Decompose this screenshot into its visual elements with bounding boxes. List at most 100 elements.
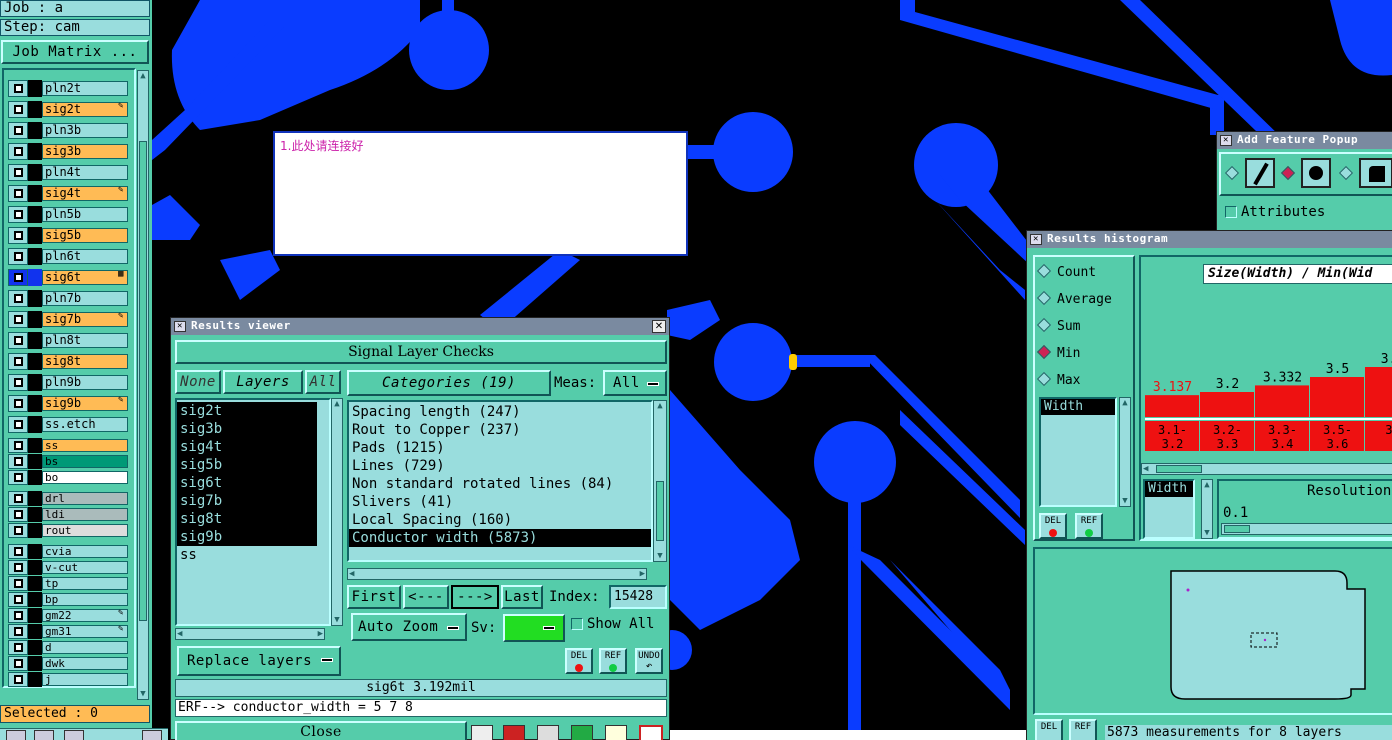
layer-checkbox[interactable] <box>8 206 28 223</box>
close-window-button[interactable]: ✕ <box>652 320 666 333</box>
layer-checkbox[interactable] <box>8 185 28 202</box>
layer-list-scrollbar[interactable]: ▲ ▼ <box>137 70 149 700</box>
layer-row-ss.etch[interactable]: ss.etch <box>8 416 128 433</box>
histogram-chart[interactable]: 3.1373.1-3.23.23.2-3.33.3323.3-3.43.53.5… <box>1141 347 1392 457</box>
layer-checkbox[interactable] <box>8 248 28 265</box>
undo-button[interactable]: UNDO ↶ <box>635 648 663 674</box>
layer-list-item[interactable]: sig8t <box>177 510 317 528</box>
histogram-bar[interactable] <box>1255 385 1309 417</box>
layers-button[interactable]: Layers <box>223 370 303 394</box>
histogram-hscrollbar[interactable]: ◀ <box>1141 463 1392 475</box>
measure-scrollbar[interactable]: ▲ ▼ <box>1119 397 1131 507</box>
layer-row-sig8t[interactable]: sig8t <box>8 353 128 370</box>
categories-hscrollbar[interactable]: ◀ ▶ <box>347 568 647 580</box>
scroll-left-icon[interactable]: ◀ <box>1143 464 1148 474</box>
layer-checkbox[interactable] <box>8 353 28 370</box>
layer-list-item[interactable]: sig2t <box>177 402 317 420</box>
layer-checkbox[interactable] <box>8 672 28 687</box>
layer-checkbox[interactable] <box>8 311 28 328</box>
layer-row-drl[interactable]: drl <box>8 491 128 506</box>
layer-list-item[interactable]: sig3b <box>177 420 317 438</box>
category-item[interactable]: Conductor width (5873) <box>349 529 651 547</box>
field-list[interactable]: Width <box>1143 479 1195 539</box>
slider-thumb[interactable] <box>1224 525 1250 533</box>
category-item[interactable]: Non standard rotated lines (84) <box>349 475 651 493</box>
layer-row-d[interactable]: d <box>8 640 128 655</box>
first-button[interactable]: First <box>347 585 401 609</box>
tool-icon[interactable] <box>64 730 84 740</box>
show-all-checkbox[interactable] <box>571 618 583 630</box>
scroll-down-icon[interactable]: ▼ <box>1120 496 1130 506</box>
layer-list-item[interactable]: sig7b <box>177 492 317 510</box>
tool-icon[interactable] <box>503 725 525 740</box>
replace-layers-button[interactable]: Replace layers <box>177 646 341 676</box>
diamond-icon[interactable] <box>1338 165 1354 181</box>
scroll-thumb[interactable] <box>656 481 664 541</box>
layer-checkbox[interactable] <box>8 470 28 485</box>
mode-radio-min[interactable]: Min <box>1036 344 1080 361</box>
sv-select[interactable] <box>503 614 565 642</box>
last-button[interactable]: Last <box>501 585 543 609</box>
scroll-up-icon[interactable]: ▲ <box>1120 398 1130 408</box>
scroll-down-icon[interactable]: ▼ <box>654 551 666 561</box>
layer-row-tp[interactable]: tp <box>8 576 128 591</box>
field-item[interactable]: Width <box>1145 481 1193 497</box>
histogram-bar[interactable] <box>1365 367 1392 417</box>
layers-list[interactable]: sig2t sig3b sig4t sig5b sig6t sig7b sig8t sig9b… <box>175 398 331 626</box>
layer-checkbox[interactable] <box>8 290 28 307</box>
layer-checkbox[interactable] <box>8 80 28 97</box>
layer-row-bo[interactable]: bo <box>8 470 128 485</box>
layer-row-rout[interactable]: rout <box>8 523 128 538</box>
all-layers-button[interactable]: All <box>305 370 341 394</box>
results-viewer-titlebar[interactable]: ✕ Results viewer <box>171 318 669 335</box>
layer-row-pln2t[interactable]: pln2t <box>8 80 128 97</box>
del-button[interactable]: DEL <box>565 648 593 674</box>
layer-row-pln5b[interactable]: pln5b <box>8 206 128 223</box>
layer-checkbox[interactable] <box>8 143 28 160</box>
measure-list[interactable]: Width <box>1039 397 1117 507</box>
layer-checkbox[interactable] <box>8 269 28 286</box>
layer-row-sig2t[interactable]: sig2t ✎ <box>8 101 128 118</box>
window-menu-icon[interactable]: ✕ <box>1030 234 1042 245</box>
tool-icon[interactable] <box>142 730 162 740</box>
scroll-thumb[interactable] <box>1156 465 1202 473</box>
index-input[interactable]: 15428 <box>609 585 667 609</box>
layer-row-j[interactable]: j <box>8 672 128 687</box>
measure-item[interactable]: Width <box>1041 399 1115 415</box>
histogram-bar[interactable] <box>1145 395 1199 417</box>
line-tool-icon[interactable] <box>1245 158 1275 188</box>
category-item[interactable]: Slivers (41) <box>349 493 651 511</box>
layer-list-item[interactable]: sig6t <box>177 474 317 492</box>
layer-row-pln3b[interactable]: pln3b <box>8 122 128 139</box>
layer-checkbox[interactable] <box>8 164 28 181</box>
layer-list-item[interactable]: sig5b <box>177 456 317 474</box>
histogram-icon[interactable] <box>639 725 663 740</box>
layer-row-dwk[interactable]: dwk <box>8 656 128 671</box>
layer-row-pln4t[interactable]: pln4t <box>8 164 128 181</box>
layers-hscrollbar[interactable]: ◀ ▶ <box>175 628 325 640</box>
category-item[interactable]: Rout to Copper (237) <box>349 421 651 439</box>
layer-checkbox[interactable] <box>8 656 28 671</box>
layer-row-bs[interactable]: bs <box>8 454 128 469</box>
layer-checkbox[interactable] <box>8 101 28 118</box>
add-feature-titlebar[interactable]: ✕ Add Feature Popup <box>1217 132 1392 149</box>
layer-row-bp[interactable]: bp <box>8 592 128 607</box>
meas-select[interactable]: All <box>603 370 667 396</box>
window-menu-icon[interactable]: ✕ <box>174 321 186 332</box>
scroll-up-icon[interactable]: ▲ <box>138 71 148 81</box>
diamond-selected-icon[interactable] <box>1280 165 1296 181</box>
auto-zoom-select[interactable]: Auto Zoom <box>351 613 467 641</box>
categories-list[interactable]: Spacing length (247) Rout to Copper (237)… <box>347 400 653 562</box>
layer-row-sig7b[interactable]: sig7b ✎ <box>8 311 128 328</box>
hist-ref-button[interactable]: REF <box>1075 513 1103 539</box>
layer-checkbox[interactable] <box>8 438 28 453</box>
layer-row-sig9b[interactable]: sig9b ✎ <box>8 395 128 412</box>
layer-list-item[interactable]: sig9b <box>177 528 317 546</box>
categories-scrollbar[interactable]: ▲ ▼ <box>653 400 667 562</box>
scroll-up-icon[interactable]: ▲ <box>332 399 342 409</box>
layer-row-pln7b[interactable]: pln7b <box>8 290 128 307</box>
categories-button[interactable]: Categories (19) <box>347 370 551 396</box>
layer-checkbox[interactable] <box>8 523 28 538</box>
layer-checkbox[interactable] <box>8 608 28 623</box>
layer-checkbox[interactable] <box>8 592 28 607</box>
